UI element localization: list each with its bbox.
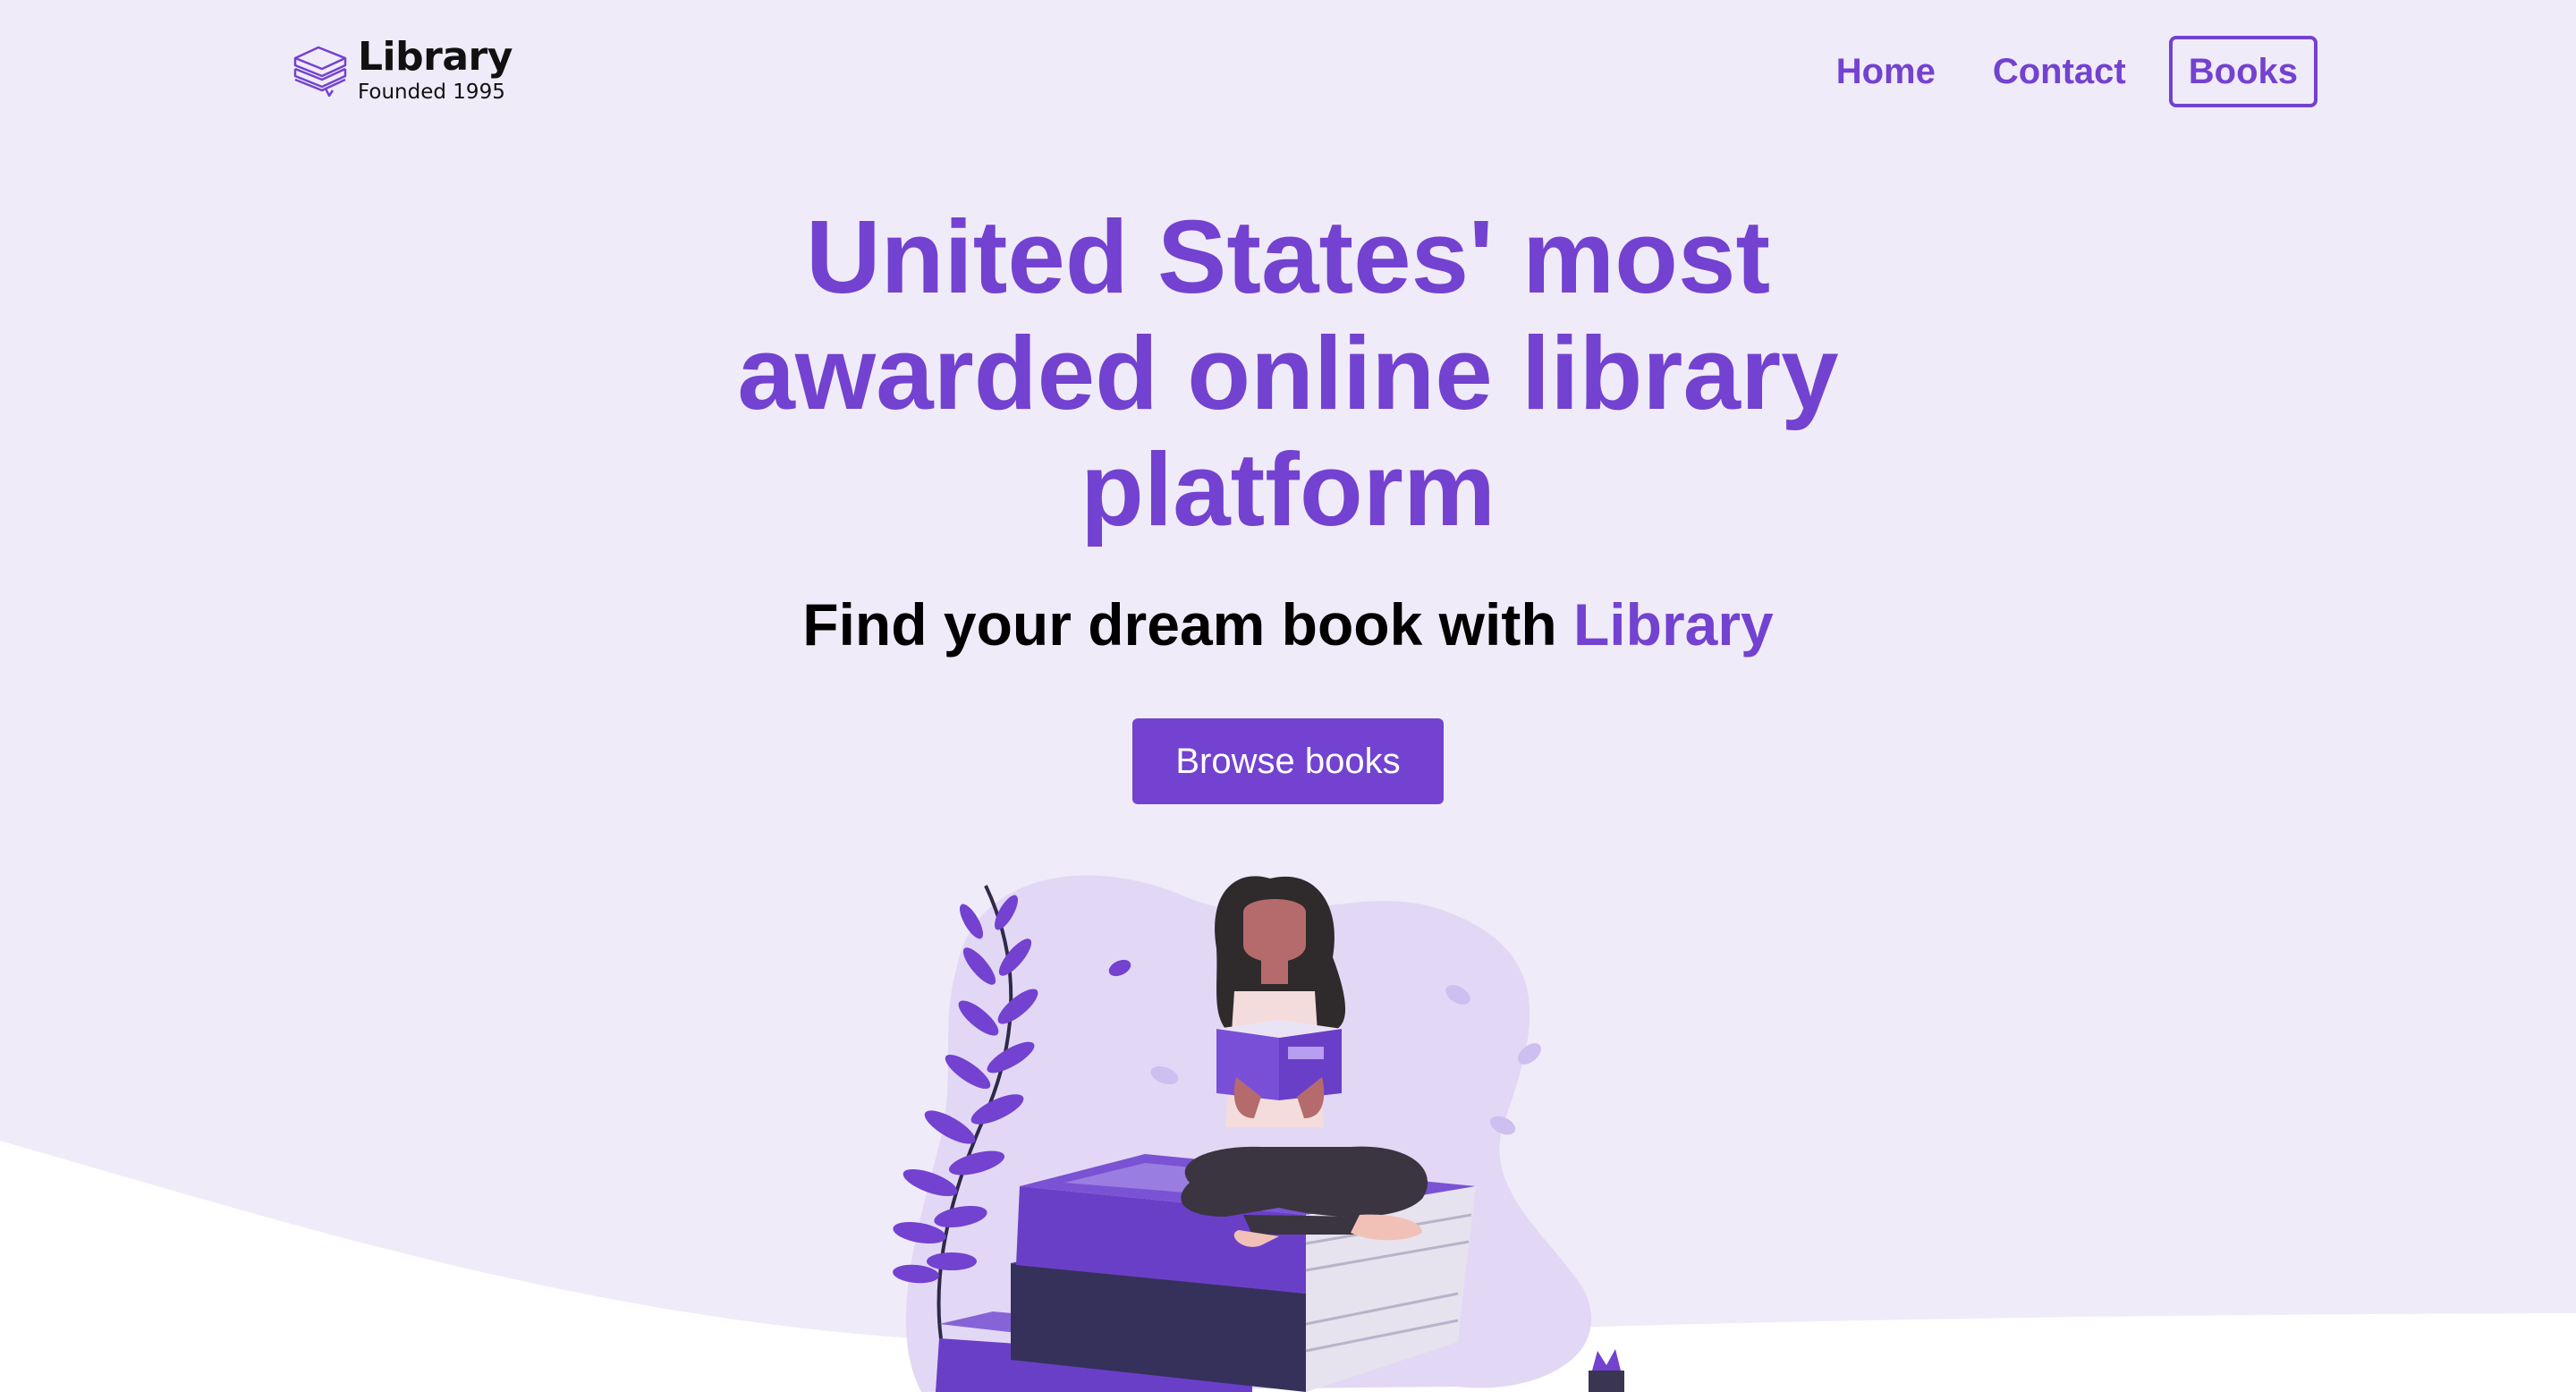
hero-subtitle-prefix: Find your dream book with: [802, 591, 1573, 658]
brand-tagline: Founded 1995: [358, 80, 505, 104]
nav-link-contact[interactable]: Contact: [1993, 52, 2126, 92]
hero-title-line: platform: [1080, 431, 1496, 547]
hero-title-line: United States' most: [805, 199, 1771, 315]
browse-books-button[interactable]: Browse books: [1132, 718, 1444, 804]
landing-page: Library Founded 1995 Home Contact Books …: [0, 0, 2576, 1392]
nav-link-books[interactable]: Books: [2168, 36, 2318, 107]
hero-subtitle-brand: Library: [1572, 591, 1774, 658]
hero-title: United States' most awarded online libra…: [0, 199, 2576, 547]
nav-links: Home Contact Books: [1779, 32, 2318, 111]
person-reading-on-books-illustration: [893, 875, 1624, 1392]
hero-subtitle: Find your dream book with Library: [0, 590, 2576, 658]
brand-text: Library Founded 1995: [358, 33, 513, 104]
nav-link-home[interactable]: Home: [1836, 52, 1936, 92]
books-stack-icon: [293, 46, 347, 98]
brand-name: Library: [358, 33, 513, 80]
hero-title-line: awarded online library: [737, 315, 1839, 431]
brand-logo[interactable]: Library Founded 1995: [290, 34, 513, 106]
top-navigation: Library Founded 1995 Home Contact Books: [0, 0, 2576, 143]
